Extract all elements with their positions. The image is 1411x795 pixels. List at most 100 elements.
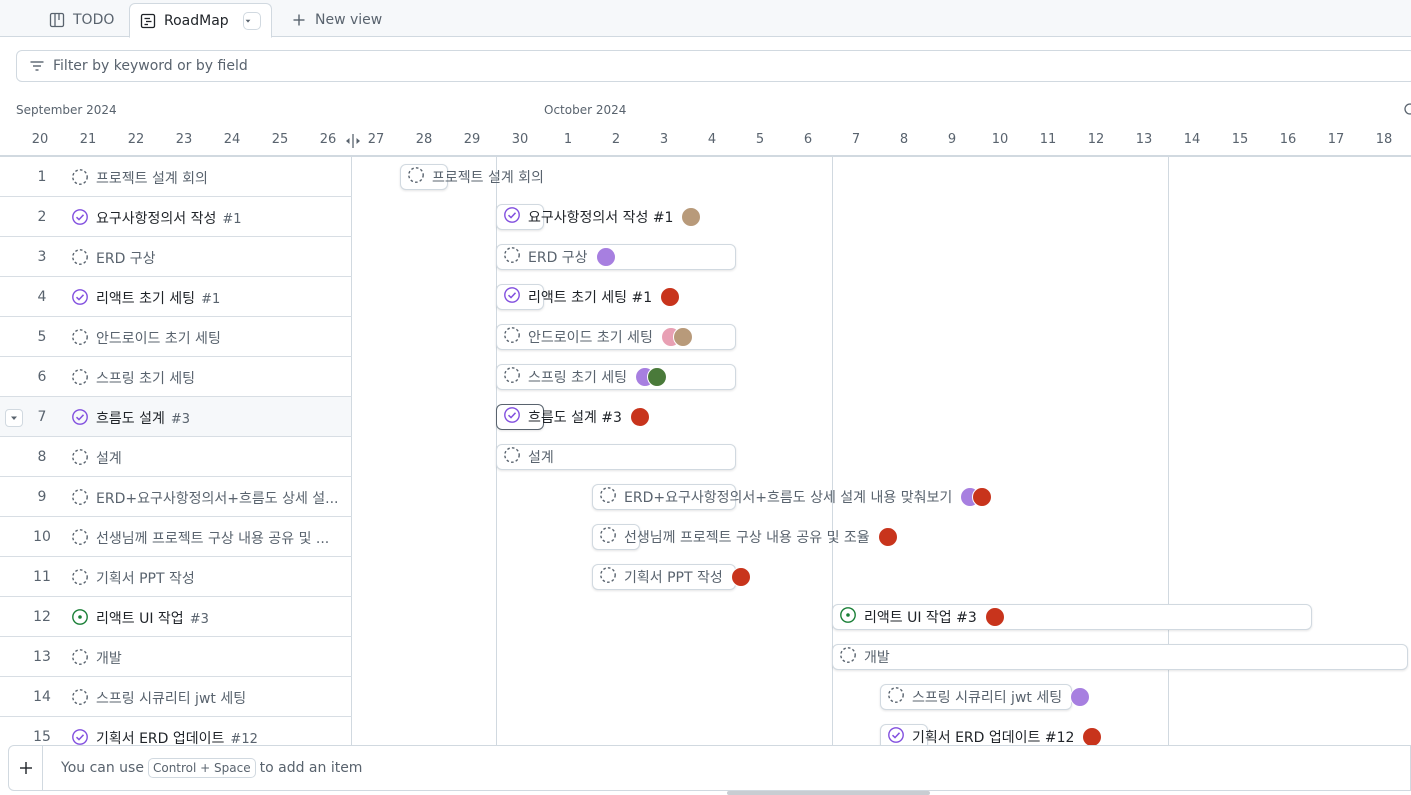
table-row[interactable]: 5 안드로이드 초기 세팅 안드로이드 초기 세팅 [0,317,1411,357]
row-title-cell[interactable]: 10 선생님께 프로젝트 구상 내용 공유 및 ... [0,517,352,557]
view-options-button[interactable] [242,11,261,30]
table-row[interactable]: 3 ERD 구상 ERD 구상 [0,237,1411,277]
bar-label[interactable]: 요구사항정의서 작성 #1 [528,207,702,227]
roadmap-bar[interactable] [832,644,1408,670]
assignee-avatar[interactable] [877,527,898,547]
status-icon [71,488,89,510]
status-icon [71,648,89,670]
row-title-cell[interactable]: 12 리액트 UI 작업 #3 [0,597,352,637]
item-title-text: 리액트 UI 작업 [96,611,184,627]
day-label: 13 [1135,132,1153,147]
row-title-cell[interactable]: 13 개발 [0,637,352,677]
row-title-cell[interactable]: 8 설계 [0,437,352,477]
bar-label[interactable]: 안드로이드 초기 세팅 [528,327,693,347]
table-row[interactable]: 8 설계 설계 [0,437,1411,477]
table-row[interactable]: 1 프로젝트 설계 회의 프로젝트 설계 회의 [0,157,1411,197]
bar-label-text: 스프링 초기 세팅 [528,370,628,386]
bar-label[interactable]: 기획서 PPT 작성 [624,567,751,587]
assignee-avatar[interactable] [730,567,751,587]
row-title-cell[interactable]: 1 프로젝트 설계 회의 [0,157,352,197]
filter-input[interactable]: Filter by keyword or by field [16,50,1411,82]
status-icon [71,168,89,190]
item-title[interactable]: 리액트 초기 세팅 #1 [96,288,220,308]
assignee-avatar[interactable] [660,287,681,307]
assignee-avatar[interactable] [647,367,668,387]
bar-label[interactable]: 설계 [528,447,554,467]
row-number: 13 [33,648,51,665]
assignee-avatar[interactable] [1070,687,1091,707]
row-title-cell[interactable]: 9 ERD+요구사항정의서+흐름도 상세 설... [0,477,352,517]
item-title[interactable]: 리액트 UI 작업 #3 [96,608,209,628]
item-title[interactable]: 스프링 초기 세팅 [96,368,195,388]
add-item-bar[interactable]: You can use Control + Space to add an it… [8,745,1411,791]
table-row[interactable]: 10 선생님께 프로젝트 구상 내용 공유 및 ... 선생님께 프로젝트 구상 내… [0,517,1411,557]
bar-label[interactable]: 프로젝트 설계 회의 [432,167,544,187]
table-row[interactable]: 15 기획서 ERD 업데이트 #12 기획서 ERD 업데이트 #12 [0,717,1411,745]
assignee-avatar[interactable] [984,607,1005,627]
item-title[interactable]: 선생님께 프로젝트 구상 내용 공유 및 ... [96,528,329,548]
bar-label[interactable]: 리액트 UI 작업 #3 [864,607,1005,627]
row-title-cell[interactable]: 14 스프링 시큐리티 jwt 세팅 [0,677,352,717]
item-title[interactable]: 프로젝트 설계 회의 [96,168,208,188]
column-resize-icon[interactable] [345,133,361,149]
row-title-cell[interactable]: 7 흐름도 설계 #3 [0,397,352,437]
bar-status-icon [503,406,521,428]
new-view-button[interactable]: New view [281,3,392,37]
bar-label[interactable]: 개발 [864,647,890,667]
table-row[interactable]: 6 스프링 초기 세팅 스프링 초기 세팅 [0,357,1411,397]
item-title[interactable]: ERD+요구사항정의서+흐름도 상세 설... [96,488,339,508]
bar-label[interactable]: 스프링 초기 세팅 [528,367,668,387]
table-row[interactable]: 7 흐름도 설계 #3 흐름도 설계 #3 [0,397,1411,437]
view-tab-bar: TODO RoadMap New view [0,0,1411,38]
assignee-avatar[interactable] [629,407,650,427]
bar-label[interactable]: ERD+요구사항정의서+흐름도 상세 설계 내용 맞춰보기 [624,487,993,507]
item-title[interactable]: 기획서 PPT 작성 [96,568,195,588]
table-row[interactable]: 14 스프링 시큐리티 jwt 세팅 스프링 시큐리티 jwt 세팅 [0,677,1411,717]
bar-label[interactable]: 기획서 ERD 업데이트 #12 [912,727,1103,745]
item-title[interactable]: 안드로이드 초기 세팅 [96,328,221,348]
bar-label[interactable]: 흐름도 설계 #3 [528,407,650,427]
bar-status-icon [599,566,617,588]
item-title[interactable]: 요구사항정의서 작성 #1 [96,208,242,228]
row-menu-button[interactable] [5,409,23,427]
day-label: 4 [707,132,717,147]
row-title-cell[interactable]: 5 안드로이드 초기 세팅 [0,317,352,357]
bar-label[interactable]: 리액트 초기 세팅 #1 [528,287,681,307]
row-title-cell[interactable]: 3 ERD 구상 [0,237,352,277]
table-row[interactable]: 2 요구사항정의서 작성 #1 요구사항정의서 작성 #1 [0,197,1411,237]
item-title[interactable]: 흐름도 설계 #3 [96,408,190,428]
add-item-button[interactable] [9,746,43,790]
item-title[interactable]: 스프링 시큐리티 jwt 세팅 [96,688,246,708]
tab-roadmap[interactable]: RoadMap [129,3,272,38]
table-row[interactable]: 4 리액트 초기 세팅 #1 리액트 초기 세팅 #1 [0,277,1411,317]
row-title-cell[interactable]: 2 요구사항정의서 작성 #1 [0,197,352,237]
bar-label[interactable]: ERD 구상 [528,247,616,267]
horizontal-scrollbar[interactable] [727,791,930,795]
location-pin-icon[interactable] [1402,102,1411,118]
assignee-avatar[interactable] [1082,727,1103,745]
row-title-cell[interactable]: 4 리액트 초기 세팅 #1 [0,277,352,317]
row-title-cell[interactable]: 15 기획서 ERD 업데이트 #12 [0,717,352,745]
item-title[interactable]: 개발 [96,648,122,668]
table-row[interactable]: 13 개발 개발 [0,637,1411,677]
bar-status-icon [503,446,521,468]
tab-todo[interactable]: TODO [39,3,124,37]
assignee-avatar[interactable] [672,327,693,347]
assignee-avatar[interactable] [681,207,702,227]
item-title[interactable]: ERD 구상 [96,248,156,268]
row-title-cell[interactable]: 6 스프링 초기 세팅 [0,357,352,397]
bar-label[interactable]: 스프링 시큐리티 jwt 세팅 [912,687,1091,707]
day-label: 24 [223,132,241,147]
draft-issue-icon [72,169,88,185]
item-title[interactable]: 기획서 ERD 업데이트 #12 [96,728,258,745]
tab-label: TODO [73,12,115,28]
table-row[interactable]: 11 기획서 PPT 작성 기획서 PPT 작성 [0,557,1411,597]
bar-label[interactable]: 선생님께 프로젝트 구상 내용 공유 및 조율 [624,527,898,547]
assignee-avatar[interactable] [972,487,993,507]
row-title-cell[interactable]: 11 기획서 PPT 작성 [0,557,352,597]
table-row[interactable]: 12 리액트 UI 작업 #3 리액트 UI 작업 #3 [0,597,1411,637]
item-title[interactable]: 설계 [96,448,122,468]
table-row[interactable]: 9 ERD+요구사항정의서+흐름도 상세 설... ERD+요구사항정의서+흐름도 … [0,477,1411,517]
day-label: 6 [803,132,813,147]
assignee-avatar[interactable] [595,247,616,267]
